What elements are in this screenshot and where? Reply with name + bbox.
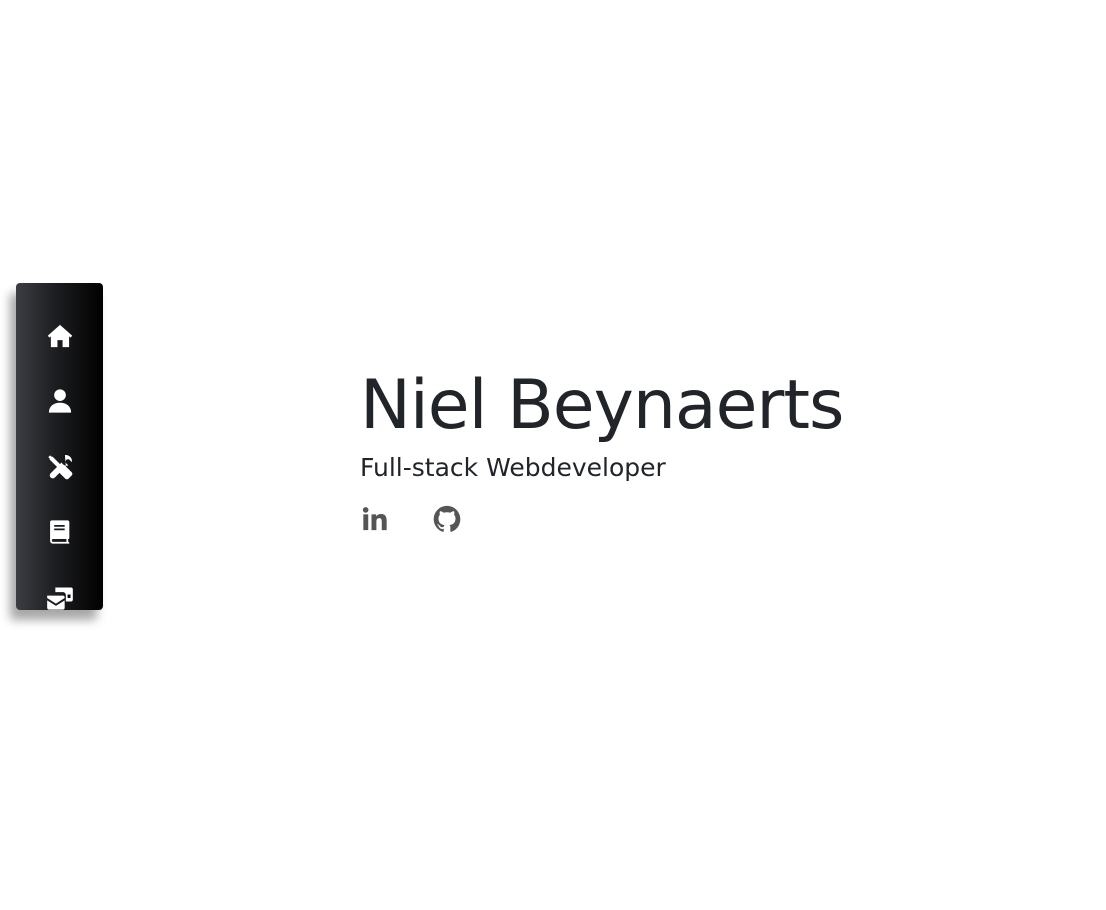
- github-icon: [433, 505, 461, 532]
- tools-icon: [47, 454, 72, 480]
- linkedin-link[interactable]: [360, 504, 390, 534]
- social-links: [360, 504, 843, 534]
- nav-item-home[interactable]: [16, 303, 103, 369]
- hero-section: Niel Beynaerts Full-stack Webdeveloper: [360, 360, 844, 534]
- page: Niel Beynaerts Full-stack Webdeveloper: [0, 0, 1106, 910]
- nav-item-skills[interactable]: [16, 434, 103, 500]
- user-icon: [48, 389, 71, 413]
- subtitle: Full-stack Webdeveloper: [360, 453, 666, 482]
- linkedin-icon: [362, 507, 387, 531]
- page-title: Niel Beynaerts: [360, 366, 844, 445]
- book-icon: [49, 520, 69, 544]
- contact-icon: [46, 587, 73, 610]
- nav-item-contact[interactable]: [16, 565, 103, 631]
- github-link[interactable]: [432, 504, 462, 534]
- home-icon: [47, 324, 72, 347]
- nav-item-about[interactable]: [16, 369, 103, 435]
- nav-item-projects[interactable]: [16, 500, 103, 566]
- sidebar-nav: [16, 283, 103, 610]
